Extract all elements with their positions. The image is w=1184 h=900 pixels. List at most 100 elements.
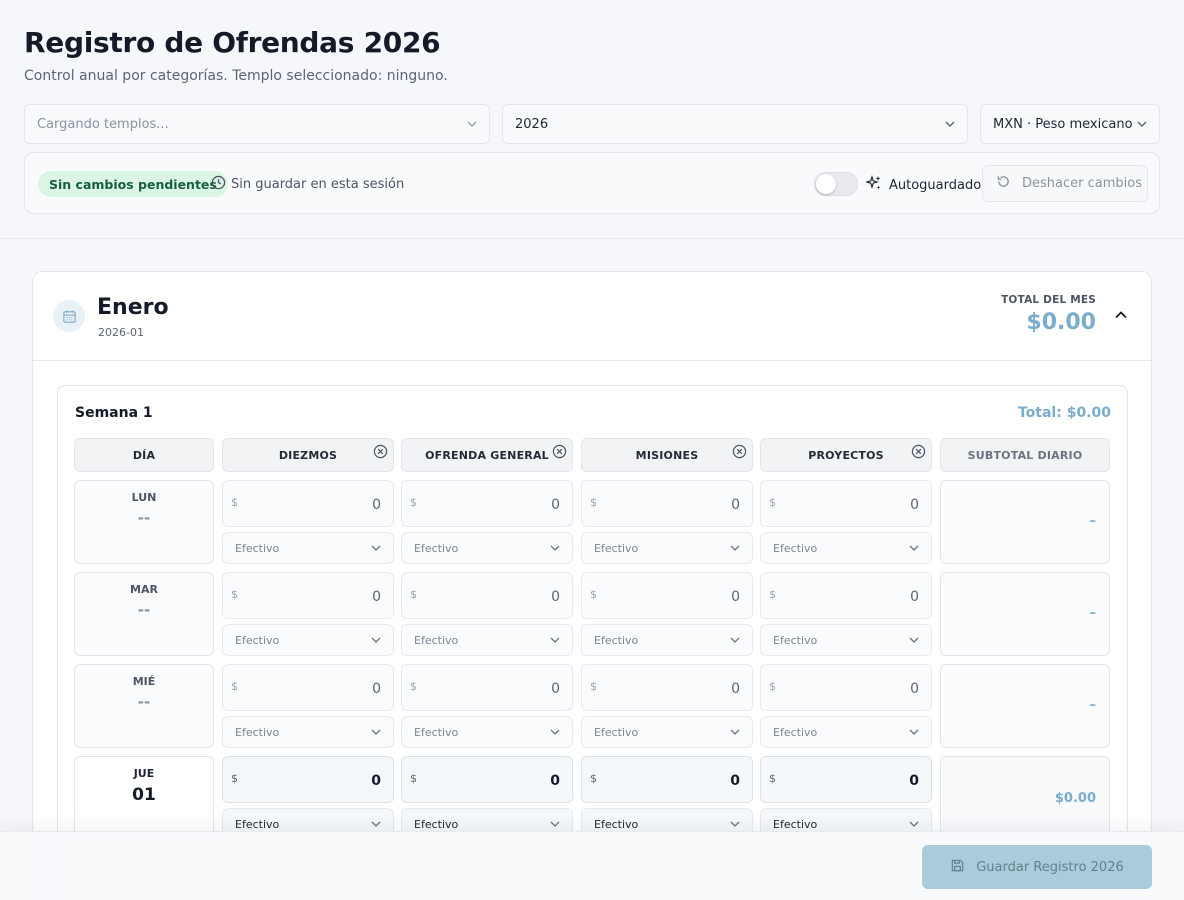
amount-input[interactable]: $0 <box>401 756 573 803</box>
amount-value: 0 <box>910 589 919 605</box>
daily-subtotal-value: $0.00 <box>1054 791 1096 806</box>
payment-method-select[interactable]: Efectivo <box>401 624 573 656</box>
session-status-text: Sin guardar en esta sesión <box>231 177 405 192</box>
column-header-category: PROYECTOS <box>760 438 932 472</box>
payment-method-value: Efectivo <box>594 541 639 555</box>
save-button[interactable]: Guardar Registro 2026 <box>922 845 1152 889</box>
amount-value: 0 <box>731 497 740 513</box>
amount-value: 0 <box>909 773 919 789</box>
amount-input[interactable]: $0 <box>760 480 932 527</box>
currency-symbol: $ <box>231 680 238 693</box>
payment-method-select[interactable]: Efectivo <box>401 532 573 564</box>
currency-symbol: $ <box>231 496 238 509</box>
temple-select[interactable]: Cargando templos... <box>24 104 490 144</box>
currency-symbol: $ <box>769 588 776 601</box>
amount-value: 0 <box>551 589 560 605</box>
day-name: LUN <box>131 491 157 504</box>
chevron-down-icon <box>550 543 560 553</box>
amount-input[interactable]: $0 <box>401 572 573 619</box>
amount-input[interactable]: $0 <box>581 480 753 527</box>
amount-input[interactable]: $0 <box>581 572 753 619</box>
remove-column-icon[interactable] <box>732 444 747 459</box>
footer-bar: Guardar Registro 2026 <box>0 831 1184 900</box>
payment-method-value: Efectivo <box>773 541 818 555</box>
chevron-down-icon <box>730 543 740 553</box>
month-total-value: $0.00 <box>1026 310 1096 335</box>
payment-method-select[interactable]: Efectivo <box>222 716 394 748</box>
chevron-up-icon[interactable] <box>1113 307 1129 323</box>
month-card: Enero 2026-01 TOTAL DEL MES $0.00 Semana… <box>32 271 1152 900</box>
amount-value: 0 <box>731 589 740 605</box>
day-cell: JUE 01 <box>74 756 214 840</box>
remove-column-icon[interactable] <box>373 444 388 459</box>
chevron-down-icon <box>371 819 381 829</box>
payment-method-select[interactable]: Efectivo <box>581 532 753 564</box>
payment-method-value: Efectivo <box>414 725 459 739</box>
payment-method-select[interactable]: Efectivo <box>760 532 932 564</box>
amount-input[interactable]: $0 <box>760 664 932 711</box>
autosave-toggle[interactable] <box>814 172 858 196</box>
column-header-category: MISIONES <box>581 438 753 472</box>
save-icon <box>950 858 965 877</box>
remove-column-icon[interactable] <box>552 444 567 459</box>
remove-column-icon[interactable] <box>911 444 926 459</box>
currency-symbol: $ <box>590 680 597 693</box>
amount-input[interactable]: $0 <box>401 664 573 711</box>
payment-method-select[interactable]: Efectivo <box>581 716 753 748</box>
autosave-label: Autoguardado <box>865 175 981 195</box>
payment-method-value: Efectivo <box>235 541 280 555</box>
column-header-label: PROYECTOS <box>808 448 884 462</box>
amount-input[interactable]: $0 <box>581 664 753 711</box>
daily-subtotal-cell: – <box>940 664 1110 748</box>
payment-method-select[interactable]: Efectivo <box>760 624 932 656</box>
year-select[interactable]: 2026 <box>502 104 968 144</box>
page-subtitle: Control anual por categorías. Templo sel… <box>24 68 448 84</box>
chevron-down-icon <box>730 819 740 829</box>
payment-method-select[interactable]: Efectivo <box>222 624 394 656</box>
currency-symbol: $ <box>590 588 597 601</box>
day-date: -- <box>137 693 151 711</box>
amount-input[interactable]: $0 <box>222 480 394 527</box>
payment-method-value: Efectivo <box>594 817 639 831</box>
column-header-category: DIEZMOS <box>222 438 394 472</box>
currency-symbol: $ <box>590 772 597 785</box>
temple-select-value: Cargando templos... <box>37 116 169 132</box>
amount-input[interactable]: $0 <box>760 756 932 803</box>
column-header-category: OFRENDA GENERAL <box>401 438 573 472</box>
day-name: JUE <box>133 767 155 780</box>
column-header-subtotal: SUBTOTAL DIARIO <box>940 438 1110 472</box>
payment-method-value: Efectivo <box>235 817 280 831</box>
chevron-down-icon <box>1137 119 1147 129</box>
chevron-down-icon <box>909 727 919 737</box>
column-header-label: DIEZMOS <box>278 448 338 462</box>
chevron-down-icon <box>730 727 740 737</box>
column-header-day: DÍA <box>74 438 214 472</box>
amount-input[interactable]: $0 <box>222 572 394 619</box>
month-code: 2026-01 <box>98 326 144 339</box>
payment-method-select[interactable]: Efectivo <box>581 624 753 656</box>
payment-method-select[interactable]: Efectivo <box>401 716 573 748</box>
payment-method-select[interactable]: Efectivo <box>760 716 932 748</box>
day-cell: LUN -- <box>74 480 214 564</box>
currency-symbol: $ <box>410 496 417 509</box>
amount-input[interactable]: $0 <box>222 756 394 803</box>
month-header[interactable]: Enero 2026-01 TOTAL DEL MES $0.00 <box>33 272 1151 361</box>
week-title: Semana 1 <box>75 405 153 421</box>
chevron-down-icon <box>550 727 560 737</box>
week-panel: Semana 1 Total: $0.00 DÍA DIEZMOS OFREND… <box>57 385 1128 900</box>
week-total: Total: $0.00 <box>1017 405 1111 421</box>
amount-input[interactable]: $0 <box>401 480 573 527</box>
amount-input[interactable]: $0 <box>581 756 753 803</box>
currency-select[interactable]: MXN · Peso mexicano <box>980 104 1160 144</box>
amount-value: 0 <box>551 681 560 697</box>
currency-symbol: $ <box>590 496 597 509</box>
undo-changes-button[interactable]: Deshacer cambios <box>982 165 1148 202</box>
amount-input[interactable]: $0 <box>760 572 932 619</box>
clock-icon <box>211 175 226 194</box>
payment-method-value: Efectivo <box>414 633 459 647</box>
payment-method-select[interactable]: Efectivo <box>222 532 394 564</box>
amount-value: 0 <box>372 589 381 605</box>
amount-input[interactable]: $0 <box>222 664 394 711</box>
daily-subtotal-cell: – <box>940 480 1110 564</box>
payment-method-value: Efectivo <box>594 725 639 739</box>
